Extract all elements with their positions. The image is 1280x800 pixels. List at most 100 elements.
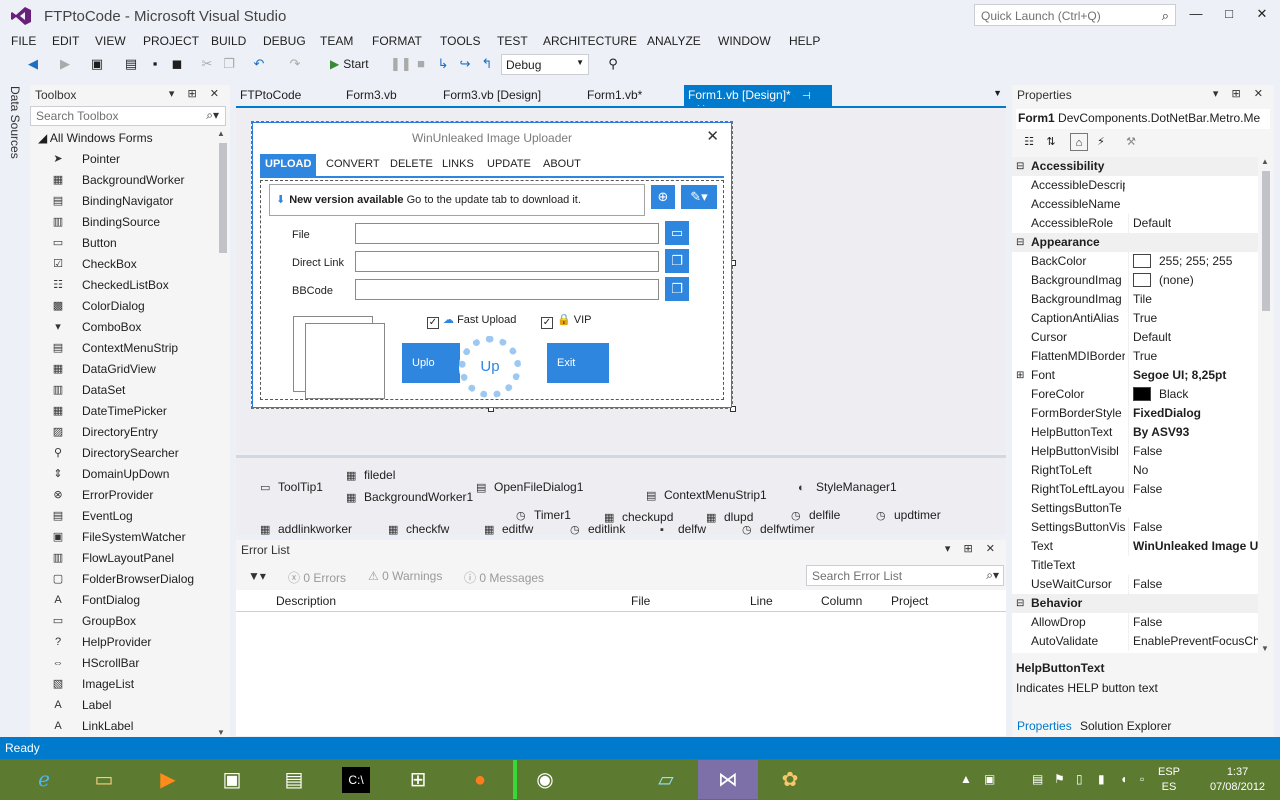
toolbox-item[interactable]: ▩ ColorDialog — [30, 296, 215, 317]
property-value[interactable]: EnablePreventFocusCha — [1128, 632, 1258, 651]
toolbox-item[interactable]: A LinkLabel — [30, 716, 215, 737]
add-button[interactable]: ⊕ — [651, 185, 675, 209]
scroll-down-icon[interactable]: ▼ — [217, 728, 225, 737]
copy-direct-link-button[interactable]: ❐ — [665, 249, 689, 273]
property-pages-icon[interactable]: ⚒ — [1122, 133, 1140, 151]
toolbox-item[interactable]: ▧ ImageList — [30, 674, 215, 695]
taskbar-internet-explorer[interactable]: ℯ — [14, 760, 74, 799]
data-sources-tab[interactable]: Data Sources — [6, 86, 24, 166]
toolbox-item[interactable]: ▥ FlowLayoutPanel — [30, 548, 215, 569]
toolbox-item[interactable]: ☑ CheckBox — [30, 254, 215, 275]
property-row[interactable]: AllowDrop False — [1012, 613, 1258, 632]
component-contextmenustrip1[interactable]: ▤ ContextMenuStrip1 — [646, 488, 767, 502]
events-icon[interactable]: ⚡ — [1092, 133, 1110, 151]
toolbox-item[interactable]: ▥ BindingSource — [30, 212, 215, 233]
show-hidden-icons-icon[interactable]: ▲ — [960, 772, 972, 786]
navigate-forward-icon[interactable]: ▶ — [56, 56, 74, 74]
property-row[interactable]: FlattenMDIBorder True — [1012, 347, 1258, 366]
property-row[interactable]: BackgroundImag (none) — [1012, 271, 1258, 290]
clock[interactable]: 1:37 07/08/2012 — [1210, 765, 1265, 795]
property-row[interactable]: AccessibleRole Default — [1012, 214, 1258, 233]
tray-extra-icon[interactable]: ▫ — [1140, 772, 1144, 786]
form-tab-update[interactable]: UPDATE — [482, 154, 536, 176]
toolbox-item[interactable]: A Label — [30, 695, 215, 716]
property-category[interactable]: ⊟ Accessibility — [1012, 157, 1258, 176]
language-indicator[interactable]: ESP ES — [1158, 765, 1180, 795]
property-row[interactable]: Cursor Default — [1012, 328, 1258, 347]
menu-build[interactable]: BUILD — [211, 34, 246, 48]
minimize-button[interactable]: — — [1184, 6, 1208, 24]
taskbar-empty-app[interactable] — [576, 760, 636, 799]
component-tooltip1[interactable]: ▭ ToolTip1 — [260, 480, 323, 494]
taskbar-network[interactable]: ⊞ — [388, 760, 448, 799]
navigate-back-icon[interactable]: ◀ — [24, 56, 42, 74]
property-value[interactable]: Segoe UI; 8,25pt — [1128, 366, 1258, 385]
properties-view-icon[interactable]: ⌂ — [1070, 133, 1088, 151]
toolbox-item[interactable]: ▣ FileSystemWatcher — [30, 527, 215, 548]
property-row[interactable]: UseWaitCursor False — [1012, 575, 1258, 594]
property-row[interactable]: ForeColor Black — [1012, 385, 1258, 404]
component-editlink[interactable]: ◷ editlink — [570, 522, 625, 535]
property-value[interactable]: False — [1128, 613, 1258, 632]
scroll-up-icon[interactable]: ▲ — [217, 129, 225, 138]
component-delfwtimer[interactable]: ◷ delfwtimer — [742, 522, 815, 535]
property-row[interactable]: AccessibleName — [1012, 195, 1258, 214]
panel-controls[interactable]: ▾ ⊞ ✕ — [169, 87, 224, 100]
property-row[interactable]: HelpButtonVisibl False — [1012, 442, 1258, 461]
property-row[interactable]: ⊞ Font Segoe UI; 8,25pt — [1012, 366, 1258, 385]
copy-bbcode-button[interactable]: ❐ — [665, 277, 689, 301]
collapse-icon[interactable]: ⊟ — [1016, 233, 1024, 252]
tab-properties[interactable]: Properties — [1017, 719, 1072, 733]
redo-icon[interactable]: ↷ — [286, 56, 304, 74]
property-row[interactable]: CaptionAntiAlias True — [1012, 309, 1258, 328]
menu-view[interactable]: VIEW — [95, 34, 126, 48]
taskbar-command-prompt[interactable]: C:\ — [326, 760, 386, 799]
menu-project[interactable]: PROJECT — [143, 34, 199, 48]
volume-icon[interactable]: ◖ — [1120, 772, 1127, 786]
property-value[interactable]: By ASV93 — [1128, 423, 1258, 442]
taskbar-visual-studio[interactable]: ⋈ — [698, 760, 758, 799]
quick-launch-input[interactable]: Quick Launch (Ctrl+Q) ⌕ — [974, 4, 1176, 26]
menu-architecture[interactable]: ARCHITECTURE — [543, 34, 637, 48]
toolbox-item[interactable]: ▭ Button — [30, 233, 215, 254]
component-filedel[interactable]: ▦ filedel — [346, 468, 395, 482]
toolbox-item[interactable]: ⚲ DirectorySearcher — [30, 443, 215, 464]
property-value[interactable]: Black — [1128, 385, 1258, 404]
step-out-icon[interactable]: ↰ — [478, 56, 496, 74]
property-value[interactable]: True — [1128, 309, 1258, 328]
save-all-icon[interactable]: ◼ — [168, 56, 186, 74]
property-value[interactable]: True — [1128, 347, 1258, 366]
component-delfw[interactable]: ▪ delfw — [660, 522, 706, 535]
property-row[interactable]: RightToLeftLayou False — [1012, 480, 1258, 499]
property-value[interactable]: Default — [1128, 214, 1258, 233]
start-debugging-button[interactable]: ▶ Start — [330, 57, 369, 71]
toolbox-item[interactable]: ▤ ContextMenuStrip — [30, 338, 215, 359]
property-row[interactable]: Text WinUnleaked Image Up — [1012, 537, 1258, 556]
component-updtimer[interactable]: ◷ updtimer — [876, 508, 941, 522]
toolbox-item[interactable]: ▤ BindingNavigator — [30, 191, 215, 212]
column-file[interactable]: File — [631, 594, 650, 608]
toolbox-item[interactable]: ▨ DirectoryEntry — [30, 422, 215, 443]
form-tab-upload[interactable]: UPLOAD — [260, 154, 317, 176]
pause-icon[interactable]: ❚❚ — [390, 56, 412, 74]
toolbox-item[interactable]: ⇔ HScrollBar — [30, 653, 215, 674]
property-row[interactable]: FormBorderStyle FixedDialog — [1012, 404, 1258, 423]
tab-list-dropdown-icon[interactable]: ▼ — [993, 88, 1002, 98]
menu-edit[interactable]: EDIT — [52, 34, 79, 48]
signal-icon[interactable]: ▮ — [1098, 772, 1105, 786]
solution-configuration-select[interactable]: Debug ▼ — [501, 54, 589, 75]
component-backgroundworker1[interactable]: ▦ BackgroundWorker1 — [346, 490, 473, 504]
form-tab-delete[interactable]: DELETE — [385, 154, 438, 176]
property-value[interactable]: 255; 255; 255 — [1128, 252, 1258, 271]
menu-help[interactable]: HELP — [789, 34, 820, 48]
tray-device-icon[interactable]: ▯ — [1076, 772, 1083, 786]
errors-filter-button[interactable]: ⓧ 0 Errors — [288, 569, 346, 586]
taskbar-file-explorer[interactable]: ▭ — [74, 760, 134, 799]
toolbox-item[interactable]: ☷ CheckedListBox — [30, 275, 215, 296]
panel-controls[interactable]: ▾ ⊞ ✕ — [945, 542, 1000, 555]
property-category[interactable]: ⊟ Behavior — [1012, 594, 1258, 613]
tray-app-icon[interactable]: ▣ — [984, 772, 995, 786]
toolbox-search-input[interactable]: Search Toolbox ⌕▾ — [30, 106, 226, 126]
column-description[interactable]: Description — [276, 594, 336, 608]
property-category[interactable]: ⊟ Appearance — [1012, 233, 1258, 252]
